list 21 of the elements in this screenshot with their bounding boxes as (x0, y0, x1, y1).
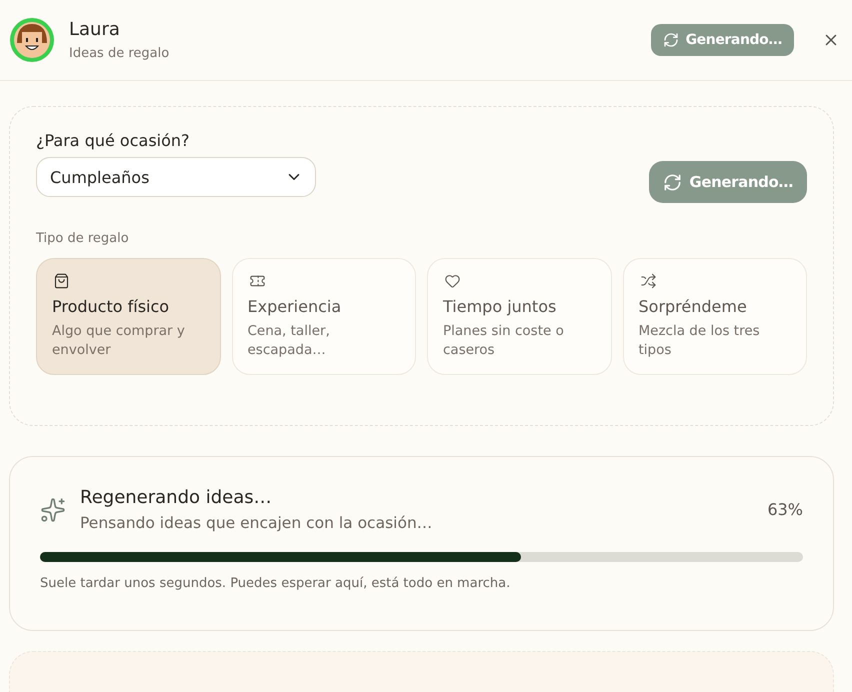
heart-icon (443, 273, 462, 289)
avatar-icon (9, 17, 55, 63)
occasion-dropdown[interactable]: Cumpleaños (36, 157, 316, 197)
occasion-label: ¿Para qué ocasión? (36, 131, 191, 150)
shopping-bag-icon (52, 273, 71, 289)
sparkles-icon (40, 496, 66, 522)
contact-name: Laura (69, 19, 121, 40)
header-subtitle: Ideas de regalo (69, 46, 170, 61)
gift-type-option[interactable]: Producto físico Algo que comprar y envolver (36, 258, 220, 375)
gift-type-label: Tipo de regalo (36, 231, 130, 246)
refresh-icon (662, 32, 679, 48)
progress-note: Suele tardar unos segundos. Puedes esperar aquí, está todo en marcha. (40, 576, 512, 591)
progress-percent: 63% (767, 500, 803, 519)
gift-type-option[interactable]: Sorpréndeme Mezcla de los tres tipos (622, 258, 807, 375)
progress-subtitle: Pensando ideas que encajen con la ocasión… (80, 514, 434, 532)
refresh-icon (663, 172, 682, 192)
gift-type-option[interactable]: Tiempo juntos Planes sin coste o caseros (427, 258, 612, 375)
progress-title: Regenerando ideas… (80, 487, 273, 508)
ticket-icon (248, 273, 266, 289)
gift-type-option[interactable]: Experiencia Cena, taller, escapada… (232, 258, 416, 375)
shuffle-icon (638, 273, 658, 289)
